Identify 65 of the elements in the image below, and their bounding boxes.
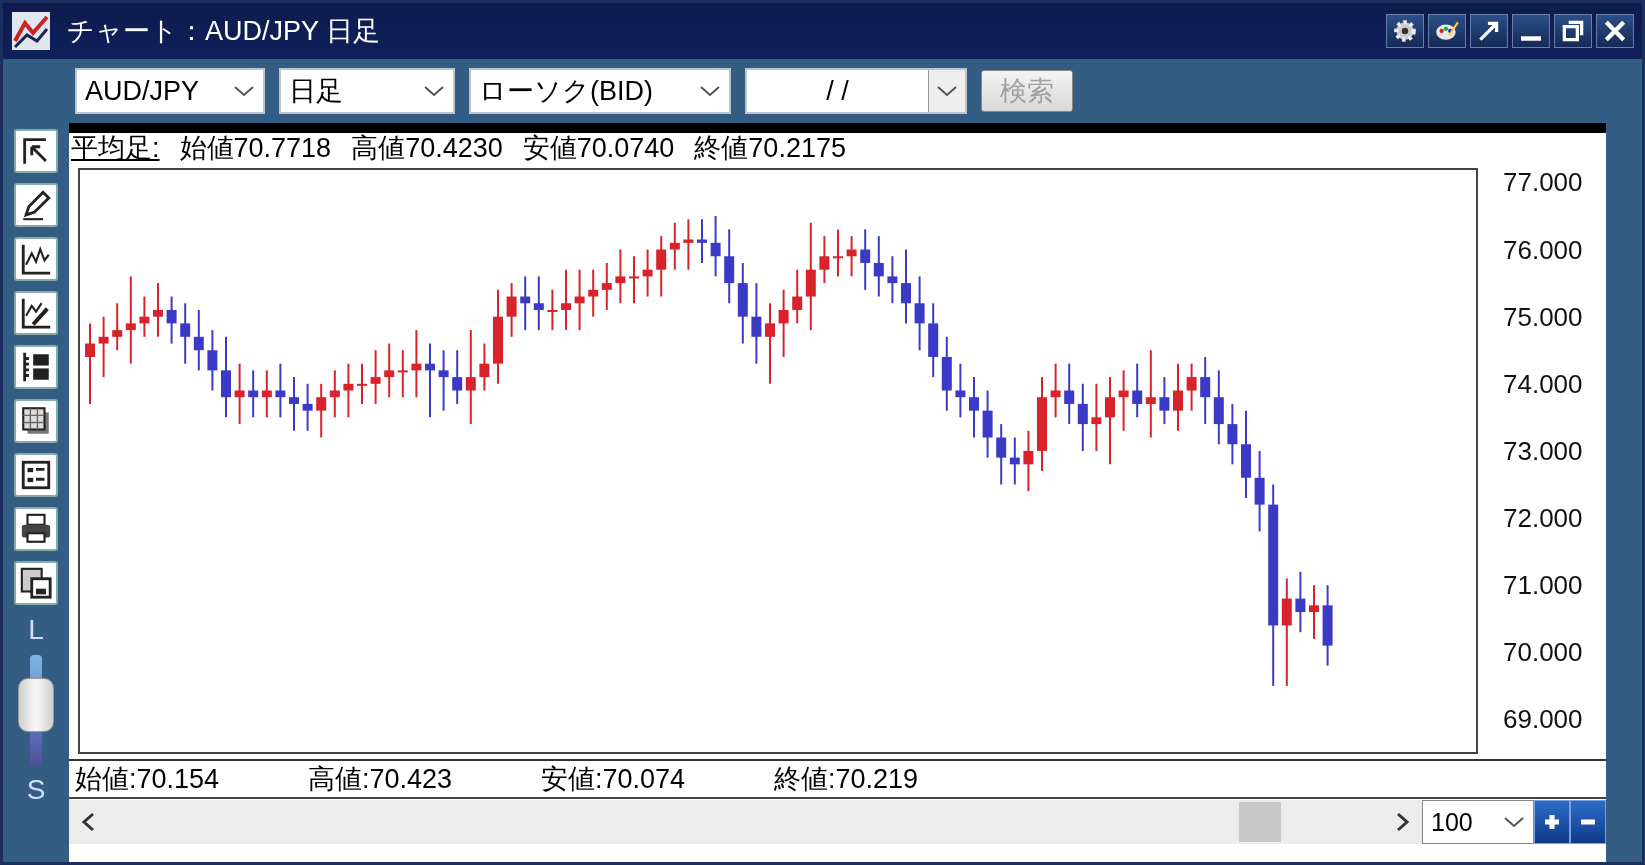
axis-label: 77.000 xyxy=(1503,167,1583,198)
zoom-in-button[interactable] xyxy=(1534,800,1570,844)
tool-button[interactable] xyxy=(14,129,58,173)
caret-icon xyxy=(423,84,445,98)
settings-button[interactable] xyxy=(1386,14,1424,48)
axis-label: 70.000 xyxy=(1503,637,1583,668)
close-icon xyxy=(1602,18,1628,44)
pin-button[interactable] xyxy=(1470,14,1508,48)
zoom-slider[interactable] xyxy=(18,655,54,765)
line-chart-icon xyxy=(19,242,53,276)
tool-button[interactable] xyxy=(14,237,58,281)
dropdown[interactable]: ローソク(BID) xyxy=(469,68,731,114)
axis-label: 74.000 xyxy=(1503,368,1583,399)
minimize-icon xyxy=(1521,35,1541,41)
window-title: チャート：AUD/JPY 日足 xyxy=(67,15,382,48)
info-value: 高値70.4230 xyxy=(351,133,503,163)
tool-button[interactable] xyxy=(14,399,58,443)
date-dropdown-button[interactable] xyxy=(928,70,965,112)
slider-thumb[interactable] xyxy=(18,677,54,732)
chart-pencil-icon xyxy=(19,296,53,330)
tool-button[interactable] xyxy=(14,183,58,227)
axis-label: 76.000 xyxy=(1503,234,1583,265)
dropdown[interactable]: 日足 xyxy=(279,68,455,114)
app-logo-icon xyxy=(11,11,51,51)
caret-icon xyxy=(936,84,958,98)
ohlc-value: 安値:70.074 xyxy=(541,763,687,796)
info-value: 始値70.7718 xyxy=(179,133,332,163)
restore-icon xyxy=(1560,18,1586,44)
gear-icon xyxy=(1392,18,1418,44)
axis-label: 72.000 xyxy=(1503,503,1583,534)
slider-label: L xyxy=(28,615,44,645)
plus-icon xyxy=(1542,812,1562,832)
list-icon xyxy=(19,458,53,492)
tool-button[interactable] xyxy=(14,561,58,605)
palette-button[interactable] xyxy=(1428,14,1466,48)
axis-label: 71.000 xyxy=(1503,570,1583,601)
ohlc-value: 終値:70.219 xyxy=(774,763,920,796)
date-input[interactable]: / / xyxy=(747,70,928,112)
horizontal-scrollbar[interactable] xyxy=(69,800,1422,844)
tool-button[interactable] xyxy=(14,507,58,551)
ohlc-value: 始値:70.154 xyxy=(75,763,221,796)
info-value: 安値70.0740 xyxy=(522,133,675,163)
tool-button[interactable] xyxy=(14,453,58,497)
restore-button[interactable] xyxy=(1554,14,1592,48)
zoom-dropdown[interactable]: 100 xyxy=(1422,800,1534,844)
axis-label: 69.000 xyxy=(1503,704,1583,735)
axis-label: 75.000 xyxy=(1503,301,1583,332)
scroll-thumb[interactable] xyxy=(1239,802,1281,842)
caret-icon xyxy=(1503,815,1525,829)
axis-label: 73.000 xyxy=(1503,435,1583,466)
close-button[interactable] xyxy=(1596,14,1634,48)
minimize-button[interactable] xyxy=(1512,14,1550,48)
window-save-icon xyxy=(19,566,53,600)
printer-icon xyxy=(19,512,53,546)
tool-button[interactable] xyxy=(14,291,58,335)
heikin-ashi-label: 平均足: xyxy=(71,133,160,163)
caret-icon xyxy=(233,84,255,98)
ohlc-value: 高値:70.423 xyxy=(308,763,454,796)
info-value: 終値70.2175 xyxy=(694,133,846,163)
tool-button[interactable] xyxy=(14,345,58,389)
slider-label: S xyxy=(26,775,46,805)
caret-icon xyxy=(699,84,721,98)
date-field[interactable]: / / xyxy=(745,68,967,114)
dropdown[interactable]: AUD/JPY xyxy=(75,68,265,114)
zoom-out-button[interactable] xyxy=(1570,800,1606,844)
